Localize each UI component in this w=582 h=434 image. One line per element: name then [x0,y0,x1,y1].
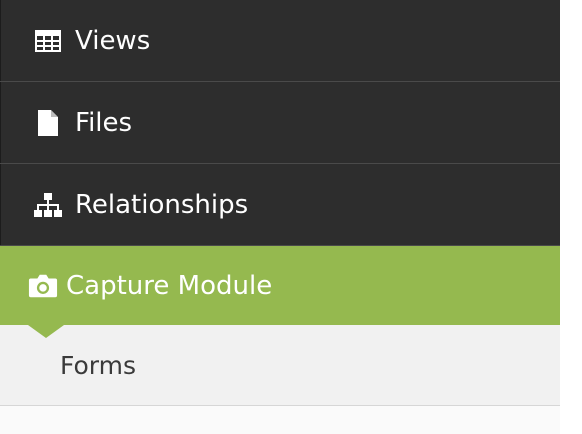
nav-item-capture-module[interactable]: Capture Module [0,246,560,325]
active-indicator-arrow [28,325,64,338]
nav-item-label: Capture Module [66,270,273,301]
nav-item-views[interactable]: Views [0,0,560,81]
nav-item-files[interactable]: Files [0,82,560,163]
nav-item-label: Views [75,25,151,56]
nav-item-label: Files [75,107,133,138]
camera-icon [28,271,58,301]
sub-nav-item-forms[interactable]: Forms [0,325,560,406]
sub-nav-item-label: Forms [60,350,137,380]
table-icon [33,26,63,56]
nav-item-relationships[interactable]: Relationships [0,164,560,245]
sidebar-nav: Views Files Relationships Capture Module… [0,0,560,434]
nav-item-label: Relationships [75,189,249,220]
file-icon [33,108,63,138]
content-edge [560,0,582,434]
sitemap-icon [33,190,63,220]
